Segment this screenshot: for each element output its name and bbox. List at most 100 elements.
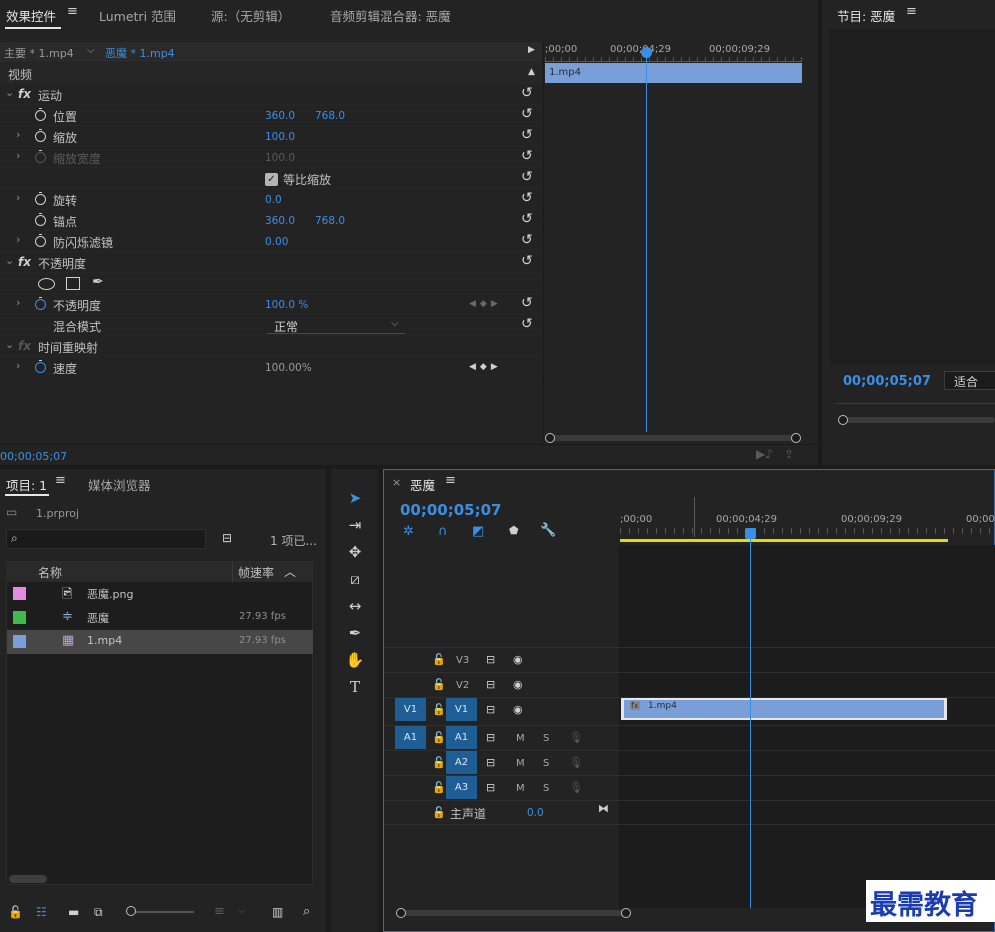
list-item[interactable]: ≑ 恶魔 27.93 fps [7,606,313,630]
effect-scrollbar[interactable] [550,435,795,441]
master-bowtie-icon[interactable]: ⧓ [598,802,609,815]
zoom-slider-knob[interactable] [126,906,136,916]
selection-tool-icon[interactable]: ➤ [344,487,366,509]
pen-mask-icon[interactable]: ✒ [92,274,104,290]
sort-icon[interactable]: ≡ [214,904,225,919]
ellipse-mask-icon[interactable] [38,278,55,290]
sequence-clip-label[interactable]: 恶魔 * 1.mp4 [105,45,175,61]
rotation-value[interactable]: 0.0 [265,194,282,206]
v1-source-patch[interactable]: V1 [395,698,426,721]
v3-eye-icon[interactable]: ◉ [513,653,523,666]
export-icon[interactable]: ⇪ [784,447,794,461]
a1-mute-button[interactable]: M [516,733,525,744]
tab-project[interactable]: 项目: 1 [6,475,47,494]
a3-solo-button[interactable]: S [543,783,549,794]
scale-width-reset-icon[interactable]: ↺ [521,149,533,163]
speed-keyframe-nav-icon[interactable]: ◀◆▶ [469,362,502,372]
label-color-swatch[interactable] [13,587,26,600]
rotation-stopwatch-icon[interactable] [35,192,46,205]
opacity-fx-icon[interactable]: fx [18,255,31,269]
opacity-reset-icon[interactable]: ↺ [521,296,533,310]
v1-target-button[interactable]: V1 [446,698,477,721]
position-x-value[interactable]: 360.0 [265,110,295,122]
a1-source-patch[interactable]: A1 [395,726,426,749]
video-header-collapse-icon[interactable]: ▲ [528,67,535,77]
effect-scroll-knob-right[interactable] [791,433,801,443]
anchor-stopwatch-icon[interactable] [35,213,46,226]
speed-value[interactable]: 100.00% [265,362,312,374]
col-name-header[interactable]: 名称 [38,564,62,581]
work-area-bar[interactable] [620,539,948,542]
a3-sync-icon[interactable]: ⊟ [486,781,495,794]
effect-playhead-handle[interactable] [641,47,652,58]
opacity-group-reset-icon[interactable]: ↺ [521,254,533,268]
snap-nest-icon[interactable]: ✲ [403,524,414,539]
v1-sync-icon[interactable]: ⊟ [486,703,495,716]
sequence-menu-icon[interactable]: ≡ [445,473,456,488]
v1-lock-icon[interactable]: 🔓 [432,703,446,716]
a2-lock-icon[interactable]: 🔓 [432,756,446,769]
audio-only-icon[interactable]: ▶♪ [756,447,773,461]
hand-tool-icon[interactable]: ✋ [344,649,366,671]
a1-lock-icon[interactable]: 🔓 [432,731,446,744]
a3-mic-icon[interactable]: 🎙 [569,781,583,794]
label-color-swatch[interactable] [13,611,26,624]
uniform-scale-reset-icon[interactable]: ↺ [521,170,533,184]
a2-solo-button[interactable]: S [543,758,549,769]
timeline-scroll-knob-right[interactable] [621,908,631,918]
anchor-y-value[interactable]: 768.0 [315,215,345,227]
v2-sync-icon[interactable]: ⊟ [486,678,495,691]
project-list-scrollbar[interactable] [9,875,47,883]
tab-sequence[interactable]: 恶魔 [410,475,435,494]
opacity-expand-icon[interactable]: › [16,296,20,309]
a3-mute-button[interactable]: M [516,783,525,794]
tab-effect-controls[interactable]: 效果控件 [6,6,56,25]
track-select-tool-icon[interactable]: ⇥ [344,514,366,536]
tab-media-browser[interactable]: 媒体浏览器 [88,475,151,494]
add-marker-icon[interactable]: ⬟ [509,524,519,537]
find-icon[interactable]: ⌕ [303,904,310,919]
position-reset-icon[interactable]: ↺ [521,107,533,121]
opacity-keyframe-nav-icon[interactable]: ◀◆▶ [469,299,502,309]
motion-reset-icon[interactable]: ↺ [521,86,533,100]
tab-source[interactable]: 源:（无剪辑） [211,6,290,25]
tab-lumetri[interactable]: Lumetri 范围 [99,6,176,25]
a2-mute-button[interactable]: M [516,758,525,769]
opacity-stopwatch-icon[interactable] [35,297,46,310]
icon-view-icon[interactable]: ▬ [68,905,79,919]
time-remap-expand-icon[interactable]: ⌄ [5,338,14,351]
label-color-swatch[interactable] [13,635,26,648]
v3-lock-icon[interactable]: 🔓 [432,653,446,666]
flicker-stopwatch-icon[interactable] [35,234,46,247]
a1-solo-button[interactable]: S [543,733,549,744]
project-search-input[interactable] [6,529,206,549]
a2-mic-icon[interactable]: 🎙 [569,756,583,769]
collapse-timeline-icon[interactable]: ▶ [528,45,535,55]
master-track-value[interactable]: 0.0 [527,807,544,819]
tab-program[interactable]: 节目: 恶魔 [837,6,895,25]
effect-clip-bar[interactable] [545,63,802,83]
speed-stopwatch-icon[interactable] [35,360,46,373]
rotation-expand-icon[interactable]: › [16,191,20,204]
slip-tool-icon[interactable]: ↔ [344,595,366,617]
a3-lock-icon[interactable]: 🔓 [432,781,446,794]
timeline-timecode[interactable]: 00;00;05;07 [400,501,502,519]
sort-up-icon[interactable]: ︿ [284,563,296,580]
lock-icon[interactable]: 🔓 [8,905,23,919]
position-y-value[interactable]: 768.0 [315,110,345,122]
uniform-scale-checkbox[interactable]: ✓ [265,173,278,186]
motion-expand-icon[interactable]: ⌄ [5,86,14,99]
sort-chevron-icon[interactable]: ⌵ [238,905,246,916]
list-item[interactable]: 🖻 恶魔.png [7,582,313,606]
tab-audio-mixer[interactable]: 音频剪辑混合器: 恶魔 [330,6,451,25]
rotation-reset-icon[interactable]: ↺ [521,191,533,205]
program-scrollbar[interactable] [842,417,995,423]
pen-tool-icon[interactable]: ✒ [344,622,366,644]
effect-current-time[interactable]: 00;00;05;07 [0,450,67,463]
a2-target-button[interactable]: A2 [446,751,477,774]
anchor-x-value[interactable]: 360.0 [265,215,295,227]
program-timecode[interactable]: 00;00;05;07 [843,374,931,389]
flicker-value[interactable]: 0.00 [265,236,288,248]
new-bin-icon[interactable]: ⊟ [222,531,232,545]
panel-menu-icon[interactable]: ≡ [67,4,78,19]
